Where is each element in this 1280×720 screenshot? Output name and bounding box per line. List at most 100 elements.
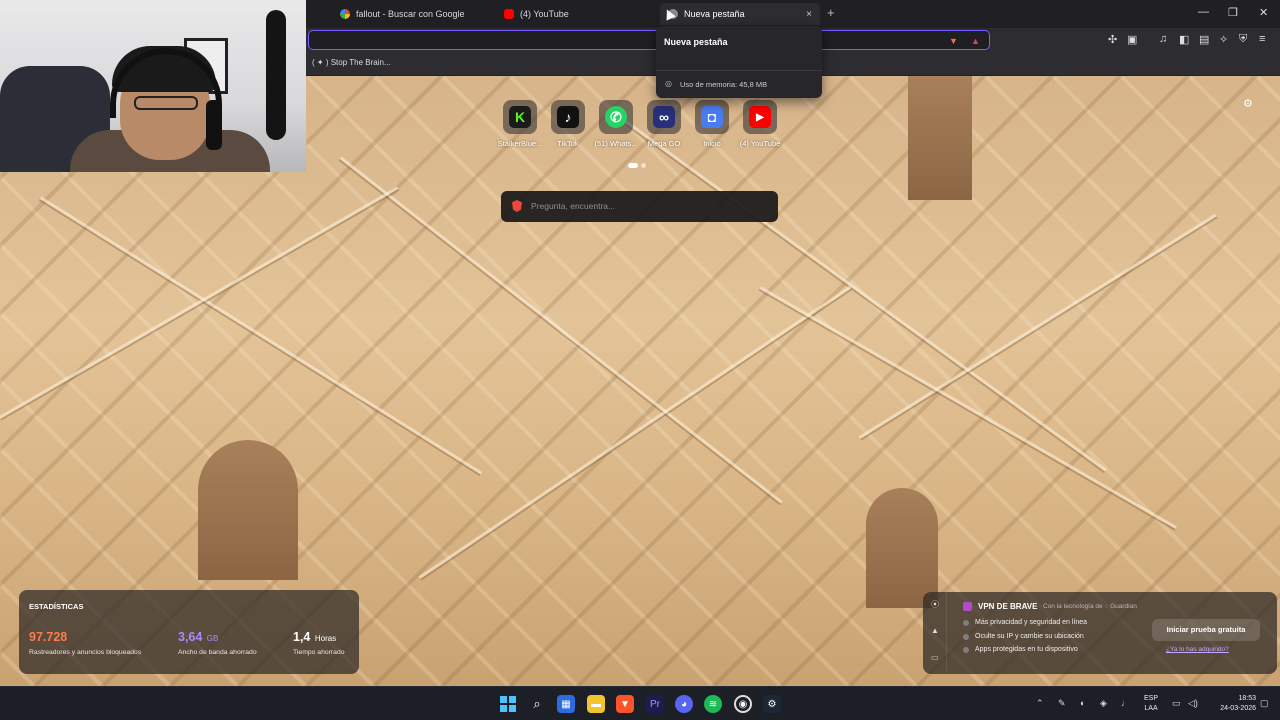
stat-trackers: 97.728 Rastreadores y anuncios bloqueado… xyxy=(29,628,141,656)
pen-icon[interactable]: ✎ xyxy=(1058,698,1066,709)
stair-ridge xyxy=(418,285,853,581)
stair-ridge xyxy=(38,196,483,477)
notifications-icon[interactable]: ▢ xyxy=(1260,698,1269,709)
vpn-feature: Apps protegidas en tu dispositivo xyxy=(963,646,1078,653)
bandwidth-desc: Ancho de banda ahorrado xyxy=(178,649,257,656)
feature-label: Apps protegidas en tu dispositivo xyxy=(975,646,1078,653)
bullet-icon xyxy=(963,633,969,640)
keyboard-layout: LAA xyxy=(1144,705,1158,712)
maximize-icon[interactable]: ❐ xyxy=(1228,6,1238,19)
search-box[interactable] xyxy=(501,191,778,222)
gear-icon[interactable]: ⚙ xyxy=(1243,97,1253,110)
stats-widget[interactable]: ESTADÍSTICAS 97.728 Rastreadores y anunc… xyxy=(19,590,359,674)
close-window-icon[interactable]: ✕ xyxy=(1259,6,1268,19)
brave-shields-icon[interactable]: ▼ xyxy=(949,36,958,46)
trackers-desc: Rastreadores y anuncios bloqueados xyxy=(29,649,142,656)
tab-hover-card: Nueva pestaña ◎ Uso de memoria: 45,8 MB xyxy=(656,26,822,98)
vpn-feature: Más privacidad y seguridad en línea xyxy=(963,619,1087,626)
already-purchased-link[interactable]: ¿Ya lo has adquirido? xyxy=(1166,646,1229,653)
shortcut-label: (51) Whats... xyxy=(594,139,638,148)
divider xyxy=(656,70,822,71)
shortcut-inicio[interactable]: ◘ Inicio xyxy=(688,100,736,148)
tab-label: (4) YouTube xyxy=(520,9,569,19)
vpn-icon[interactable]: ⛨ xyxy=(1239,33,1247,46)
file-explorer-icon[interactable]: ▬ xyxy=(587,695,605,713)
shortcut-label: StalkerBlue... xyxy=(497,139,543,148)
close-tab-icon[interactable]: × xyxy=(806,9,812,20)
tab-youtube[interactable]: (4) YouTube xyxy=(496,3,656,25)
shortcut-whatsapp[interactable]: ✆ (51) Whats... xyxy=(592,100,640,148)
headset-tray-icon[interactable]: ◖ xyxy=(1079,698,1084,708)
shortcut-tiktok[interactable]: ♪ TikTok xyxy=(544,100,592,148)
menu-icon[interactable]: ≡ xyxy=(1259,33,1265,45)
volume-icon[interactable]: ◁) xyxy=(1188,698,1198,709)
app-tray-icon[interactable]: ◈ xyxy=(1100,698,1107,709)
hover-card-title: Nueva pestaña xyxy=(664,37,728,47)
widget-switcher: ⦿ ▲ ▭ xyxy=(923,592,947,674)
shortcut-stalkerblue[interactable]: K StalkerBlue... xyxy=(496,100,544,148)
bookmark-item[interactable]: ( ✦ ) Stop The Brain... xyxy=(312,58,391,67)
brave-browser-icon[interactable]: ▼ xyxy=(616,695,634,713)
warning-icon[interactable]: ▲ xyxy=(931,626,939,635)
network-icon[interactable]: ▭ xyxy=(1172,698,1181,709)
discord-icon[interactable]: ◕ xyxy=(675,695,693,713)
tab-google-search[interactable]: fallout - Buscar con Google xyxy=(332,3,492,25)
windows-start-icon[interactable] xyxy=(499,695,517,713)
card-icon[interactable]: ▭ xyxy=(931,653,939,662)
wallet-icon[interactable]: ▣ xyxy=(1127,33,1137,46)
time-unit: Horas xyxy=(314,634,337,643)
shortcut-mega-go[interactable]: ∞ Mega GO xyxy=(640,100,688,148)
premiere-icon[interactable]: Pr xyxy=(646,695,664,713)
stat-bandwidth: 3,64 GB Ancho de banda ahorrado xyxy=(178,628,257,656)
tab-new-tab[interactable]: Nueva pestaña × xyxy=(660,3,820,25)
minimize-icon[interactable]: — xyxy=(1198,6,1209,18)
tiktok-icon: ♪ xyxy=(557,106,579,128)
memory-icon: ◎ xyxy=(665,79,672,88)
taskbar: ⌕ ▦ ▬ ▼ Pr ◕ ≋ ◉ ⚙ ⌃ ✎ ◖ ◈ ♩ ESP LAA ▭ ◁… xyxy=(0,686,1280,720)
microphone-tray-icon[interactable]: ♩ xyxy=(1121,698,1130,708)
vpn-feature: Oculte su IP y cambie su ubicación xyxy=(963,633,1084,640)
shortcut-page-dots[interactable] xyxy=(628,163,646,168)
wallet-button-icon[interactable]: ▤ xyxy=(1199,33,1209,46)
brave-lion-icon xyxy=(512,200,522,212)
mega-go-icon: ∞ xyxy=(653,106,675,128)
vpn-logo-icon xyxy=(963,602,972,611)
tab-label: fallout - Buscar con Google xyxy=(356,9,465,19)
search-input[interactable] xyxy=(531,198,761,214)
sidebar-icon[interactable]: ◧ xyxy=(1179,33,1189,46)
whatsapp-icon: ✆ xyxy=(605,106,627,128)
shortcut-label: Inicio xyxy=(703,139,721,148)
brave-rewards-icon[interactable]: ▲ xyxy=(971,36,980,46)
kick-icon: K xyxy=(509,106,531,128)
top-sites: K StalkerBlue... ♪ TikTok ✆ (51) Whats..… xyxy=(496,100,784,148)
stone-arch xyxy=(866,488,938,608)
chevron-up-icon[interactable]: ⌃ xyxy=(1036,698,1044,709)
media-icon[interactable]: ♫ xyxy=(1159,33,1167,45)
obs-icon[interactable]: ◉ xyxy=(734,695,752,713)
address-bar[interactable]: ▼ ▲ xyxy=(308,30,990,50)
start-trial-button[interactable]: Iniciar prueba gratuita xyxy=(1152,619,1260,641)
youtube-icon xyxy=(504,9,514,19)
photos-icon[interactable]: ▦ xyxy=(557,695,575,713)
memory-usage: Uso de memoria: 45,8 MB xyxy=(680,80,768,89)
new-tab-button[interactable]: + xyxy=(827,5,835,20)
clock-time: 18:53 xyxy=(1238,695,1256,702)
search-icon[interactable]: ⌕ xyxy=(528,695,546,713)
shortcut-youtube[interactable]: ▶ (4) YouTube xyxy=(736,100,784,148)
language-code: ESP xyxy=(1144,695,1159,702)
bullet-icon xyxy=(963,619,969,626)
location-icon[interactable]: ⦿ xyxy=(931,599,939,610)
spotify-icon[interactable]: ≋ xyxy=(704,695,722,713)
leo-ai-icon[interactable]: ✧ xyxy=(1219,33,1228,46)
time-value: 1,4 xyxy=(293,630,311,644)
youtube-icon: ▶ xyxy=(749,106,771,128)
stat-time: 1,4 Horas Tiempo ahorrado xyxy=(293,628,345,656)
clock[interactable]: 18:53 24-03-2026 xyxy=(1206,694,1256,714)
microphone xyxy=(206,100,222,150)
extensions-icon[interactable]: ✣ xyxy=(1108,33,1117,46)
steam-icon[interactable]: ⚙ xyxy=(763,695,781,713)
stone-arch xyxy=(908,76,972,200)
glasses xyxy=(134,96,198,110)
language-indicator[interactable]: ESP LAA xyxy=(1144,694,1158,714)
stair-ridge xyxy=(618,116,1107,474)
